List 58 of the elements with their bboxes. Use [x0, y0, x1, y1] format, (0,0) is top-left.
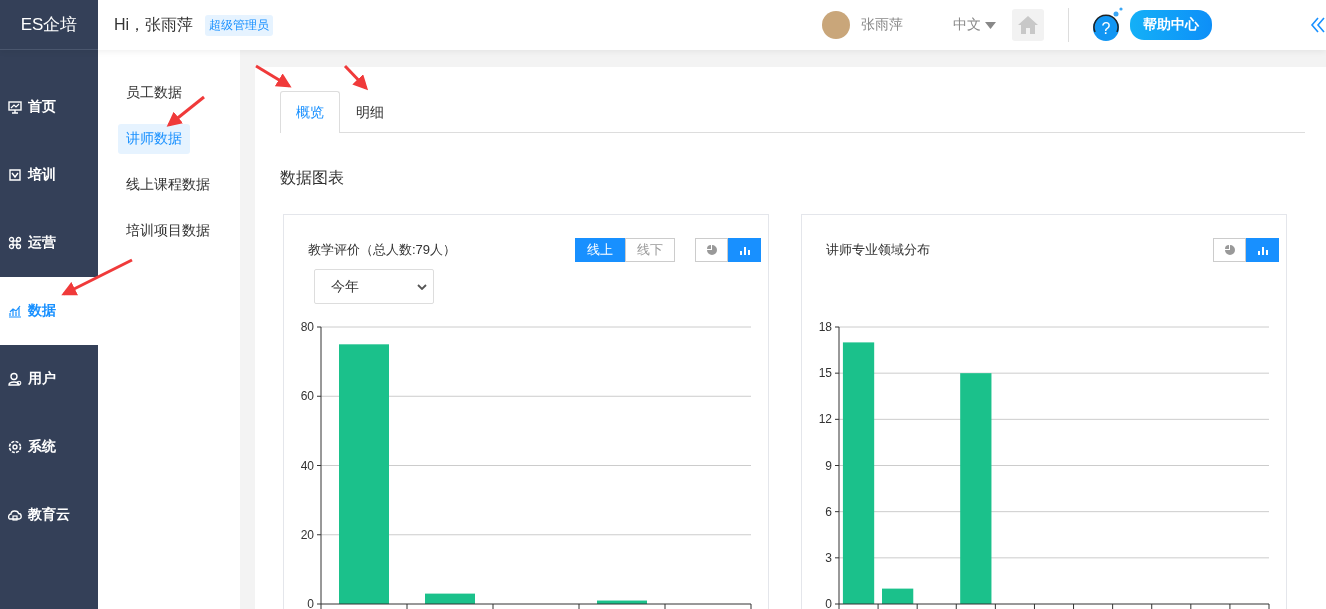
axis-tick-label: 3: [825, 550, 832, 565]
axis-tick-label: 60: [300, 389, 314, 404]
period-select[interactable]: 今年: [314, 269, 434, 304]
chart-bar: [597, 600, 647, 604]
axis-tick-label: 0: [307, 597, 314, 609]
submenu-item[interactable]: 线上课程数据: [118, 170, 218, 200]
submenu-item[interactable]: 员工数据: [118, 78, 190, 108]
pie-chart-icon: [706, 245, 717, 255]
annotation-arrow: [61, 258, 133, 296]
sidebar-icon: [8, 508, 22, 522]
axis-tick-label: 9: [825, 458, 832, 473]
chart-bar: [425, 593, 475, 604]
home-icon: [1018, 16, 1038, 34]
sidebar-item[interactable]: 系统: [0, 413, 98, 481]
bar-chart-button[interactable]: [1246, 238, 1279, 262]
home-button[interactable]: [1012, 9, 1044, 41]
axis-tick-label: 80: [300, 320, 314, 334]
sidebar-icon: [8, 440, 22, 454]
chevron-down-icon: [417, 283, 427, 290]
pie-chart-icon: [1224, 245, 1235, 255]
axis-tick-label: 6: [825, 504, 832, 519]
axis-tick-label: 20: [300, 527, 314, 542]
submenu-item[interactable]: 培训项目数据: [118, 216, 218, 246]
dropdown-caret-icon: [985, 21, 996, 29]
greeting-text: Hi，张雨萍: [114, 14, 194, 35]
tab[interactable]: 明细: [340, 91, 400, 133]
collapse-icon[interactable]: [1310, 17, 1326, 33]
app-logo[interactable]: ES企培: [0, 0, 98, 50]
sidebar-icon: [8, 100, 22, 114]
language-dropdown[interactable]: 中文: [953, 16, 996, 34]
chart-title: 讲师专业领域分布: [826, 241, 931, 259]
user-avatar[interactable]: [822, 11, 850, 39]
sidebar-icon: [8, 304, 22, 318]
user-name[interactable]: 张雨萍: [861, 16, 903, 34]
axis-tick-label: 12: [818, 412, 832, 427]
sidebar-icon: [8, 236, 22, 250]
annotation-arrow: [343, 64, 369, 91]
axis-tick-label: 40: [300, 458, 314, 473]
axis-tick-label: 0: [825, 597, 832, 609]
chart-title: 教学评价（总人数:79人）: [308, 241, 458, 259]
sidebar-item[interactable]: 用户: [0, 345, 98, 413]
sidebar-item[interactable]: 教育云: [0, 481, 98, 549]
bar-chart-icon: [739, 245, 750, 255]
sidebar-icon: [8, 168, 22, 182]
axis-tick-label: 18: [818, 320, 832, 334]
bar-chart-button[interactable]: [728, 238, 761, 262]
sidebar-icon: [8, 372, 22, 386]
chart-bar: [882, 588, 914, 604]
annotation-arrow: [255, 64, 292, 88]
sidebar-item[interactable]: 首页: [0, 73, 98, 141]
role-badge: 超级管理员: [205, 14, 274, 36]
section-title: 数据图表: [280, 168, 345, 188]
sidebar-item[interactable]: 培训: [0, 141, 98, 209]
pie-chart-button[interactable]: [695, 238, 728, 262]
axis-tick-label: 15: [818, 366, 832, 381]
sidebar-item[interactable]: 运营: [0, 209, 98, 277]
bar-chart-icon: [1257, 245, 1268, 255]
pie-chart-button[interactable]: [1213, 238, 1246, 262]
